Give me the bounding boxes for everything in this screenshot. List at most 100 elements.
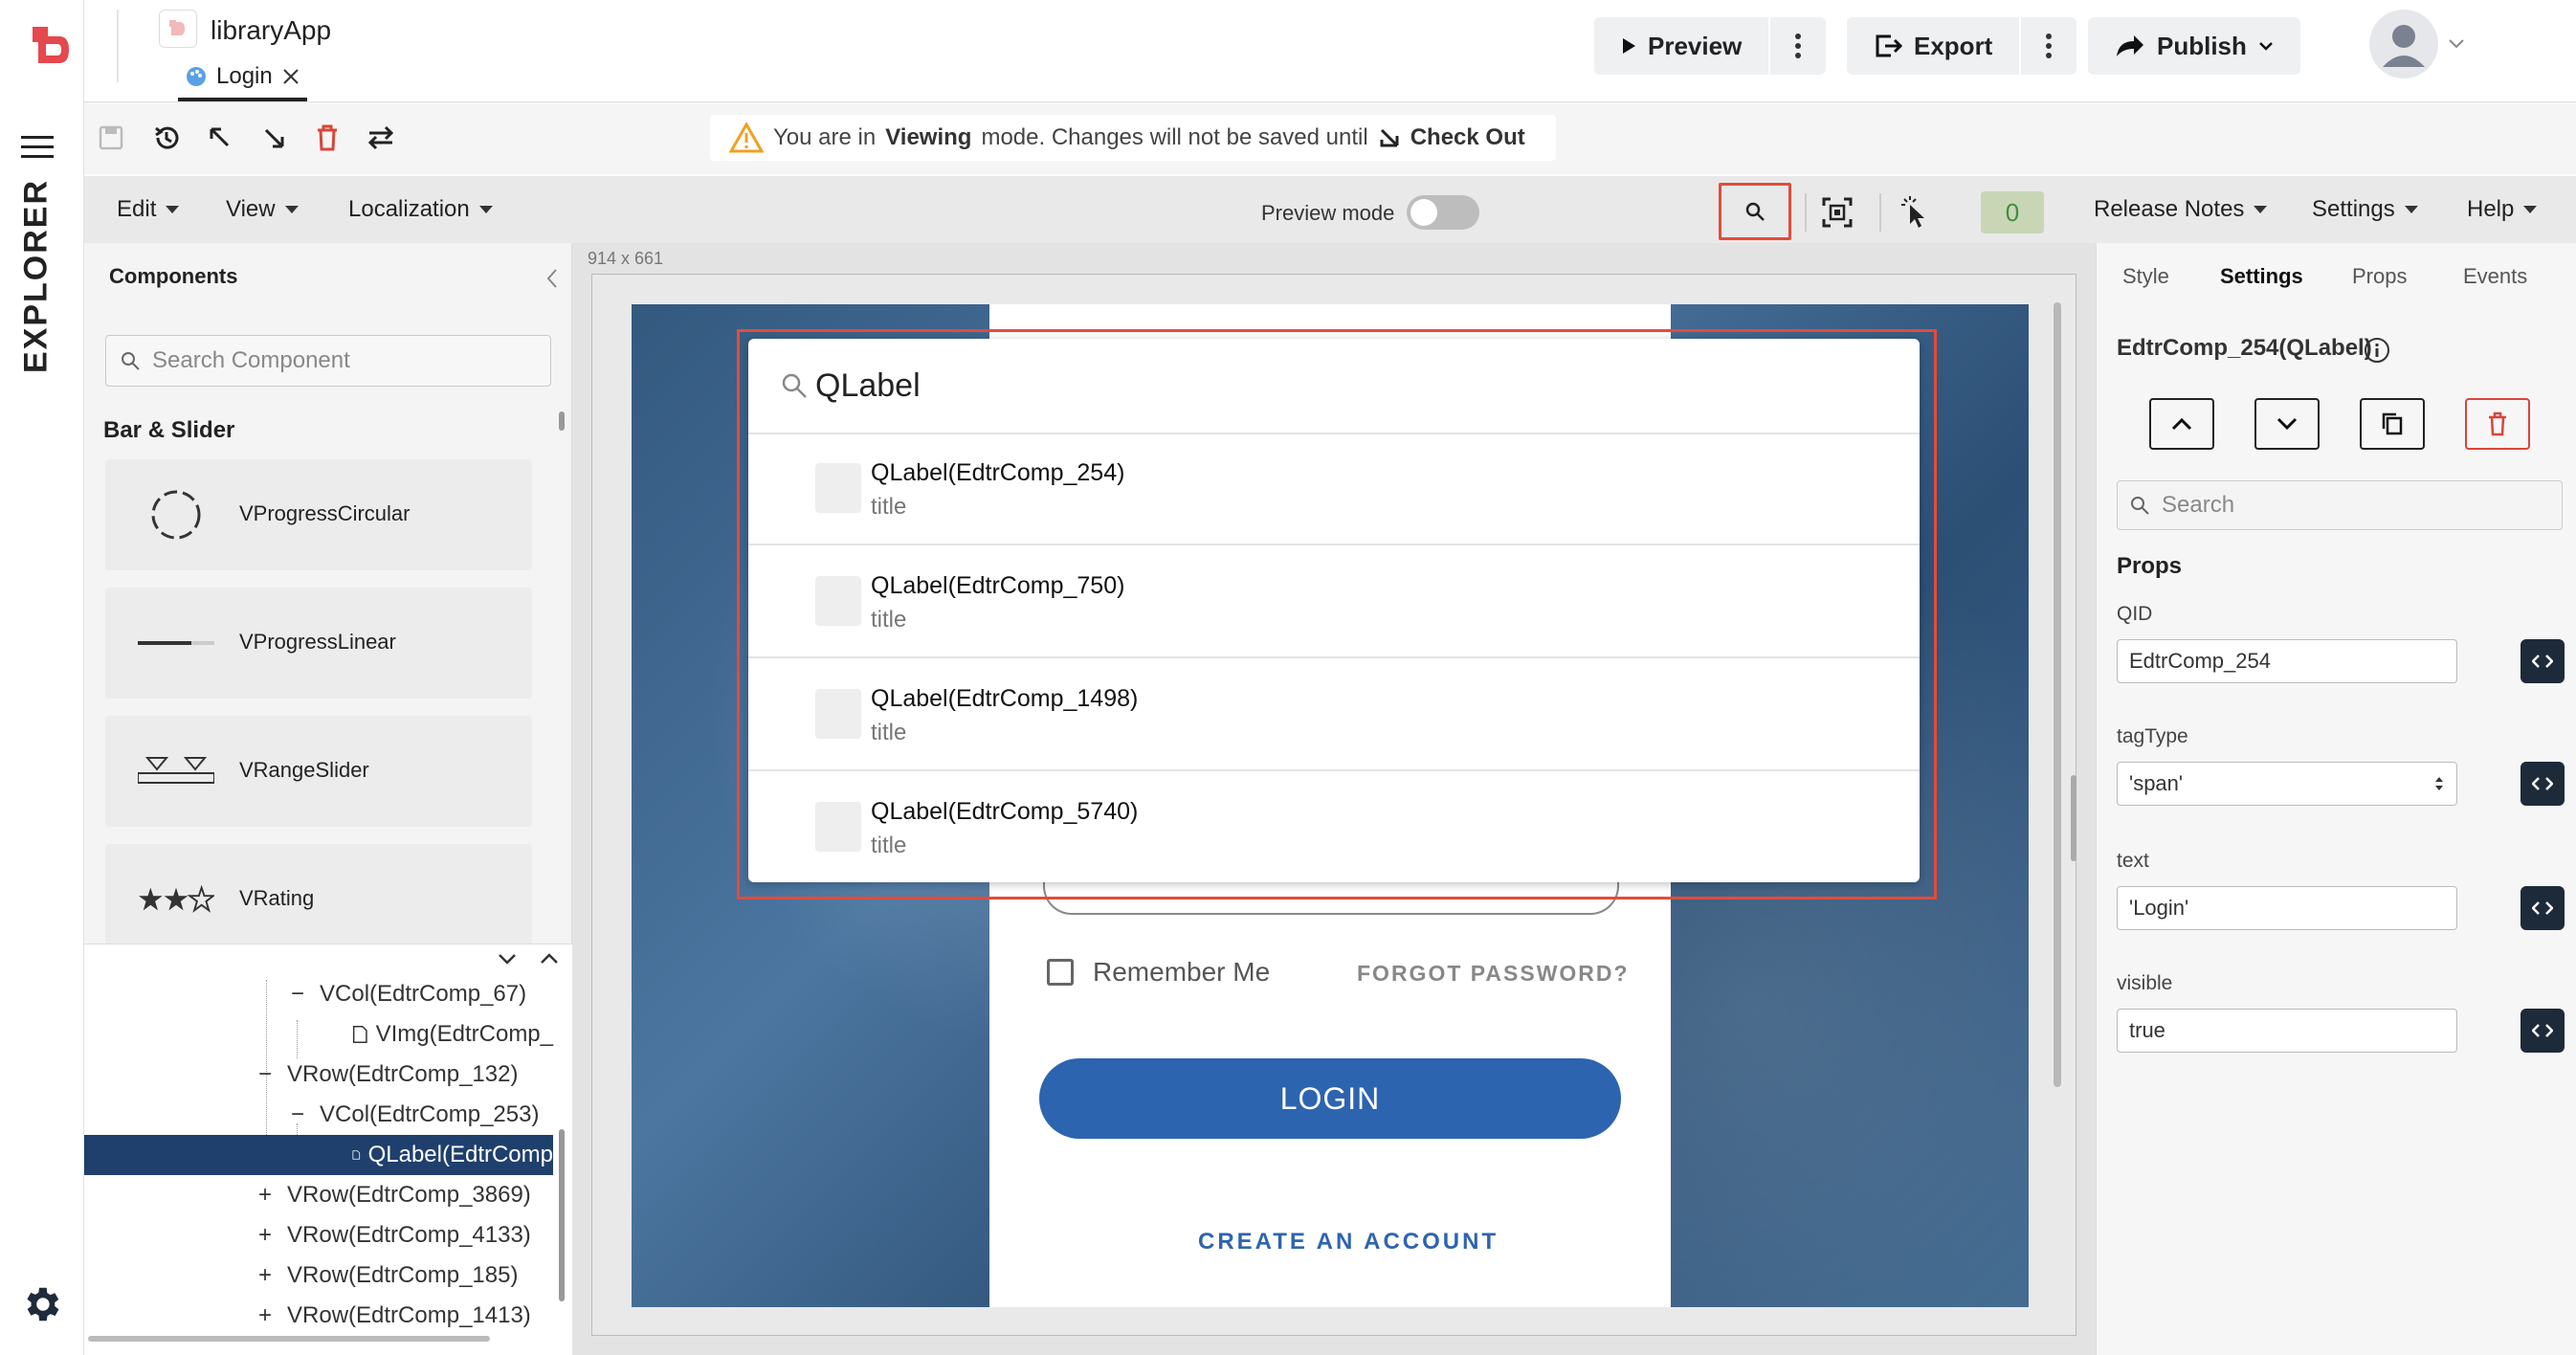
tree-scrollbar[interactable] [559, 1129, 565, 1301]
delete-component-button[interactable] [2465, 398, 2530, 450]
history-icon[interactable] [147, 119, 186, 157]
scan-select-icon[interactable] [1822, 197, 1853, 228]
props-search-input[interactable]: Search [2117, 480, 2563, 530]
tab-settings[interactable]: Settings [2220, 264, 2303, 289]
result-title: QLabel(EdtrComp_254) [871, 459, 1125, 486]
search-result-item[interactable]: QLabel(EdtrComp_5740) title [748, 773, 1920, 884]
tree-node[interactable]: − VCol(EdtrComp_253) [84, 1095, 553, 1135]
tree-node-selected[interactable]: QLabel(EdtrComp [84, 1135, 553, 1175]
preview-button[interactable]: Preview [1594, 17, 1771, 75]
menu-settings[interactable]: Settings [2312, 176, 2418, 243]
hamburger-menu-icon[interactable] [21, 134, 54, 161]
info-icon[interactable] [2364, 337, 2390, 364]
preview-more-icon[interactable] [1770, 17, 1826, 75]
export-more-icon[interactable] [2021, 17, 2076, 75]
tab-props[interactable]: Props [2352, 264, 2407, 289]
tree-node[interactable]: − VRow(EdtrComp_132) [84, 1055, 553, 1095]
caret-down-icon [284, 206, 299, 213]
components-title: Components [109, 264, 238, 288]
create-account-link[interactable]: CREATE AN ACCOUNT [1198, 1229, 1499, 1255]
tab-style[interactable]: Style [2122, 264, 2169, 289]
visible-field[interactable]: true [2117, 1009, 2457, 1053]
menu-view[interactable]: View [226, 176, 299, 243]
chevron-up-icon[interactable] [540, 953, 559, 965]
avatar[interactable] [2369, 10, 2438, 78]
remember-me-label: Remember Me [1093, 957, 1271, 987]
explorer-label[interactable]: EXPLORER [15, 178, 57, 372]
search-placeholder: Search Component [152, 347, 350, 373]
viewing-mode-notice: You are in Viewing mode. Changes will no… [710, 115, 1556, 161]
export-label: Export [1914, 31, 1993, 60]
gear-icon[interactable] [19, 1282, 63, 1326]
component-card-vrating[interactable]: VRating [105, 844, 532, 955]
brand-logo-icon[interactable] [33, 27, 75, 69]
tab-events[interactable]: Events [2463, 264, 2527, 289]
undo-arrow-icon[interactable] [201, 119, 239, 157]
component-search-field[interactable]: QLabel [748, 339, 1920, 434]
search-placeholder: Search [2162, 492, 2235, 518]
tree-node[interactable]: + VRow(EdtrComp_1413) [84, 1296, 553, 1336]
menu-help[interactable]: Help [2467, 176, 2538, 243]
component-search-overlay: QLabel QLabel(EdtrComp_254) title QLabel… [748, 339, 1920, 882]
search-icon [2131, 497, 2149, 515]
login-button[interactable]: LOGIN [1039, 1058, 1621, 1139]
save-icon[interactable] [92, 119, 130, 157]
search-tool-button[interactable] [1719, 183, 1791, 240]
delete-icon[interactable] [308, 119, 346, 157]
chevron-up-icon [2171, 417, 2192, 431]
search-result-item[interactable]: QLabel(EdtrComp_1498) title [748, 660, 1920, 771]
component-card-vrangeslider[interactable]: VRangeSlider [105, 716, 532, 827]
text-field[interactable]: 'Login' [2117, 886, 2457, 930]
search-result-item[interactable]: QLabel(EdtrComp_254) title [748, 434, 1920, 545]
search-result-item[interactable]: QLabel(EdtrComp_750) title [748, 547, 1920, 658]
component-search-input[interactable]: Search Component [105, 335, 551, 387]
component-card-vprogresslinear[interactable]: VProgressLinear [105, 588, 532, 699]
pointer-click-icon[interactable] [1899, 195, 1929, 230]
app-title: libraryApp [211, 15, 332, 45]
resize-handle[interactable] [2071, 775, 2076, 861]
trash-icon [2489, 411, 2506, 436]
code-toggle-icon[interactable] [2520, 639, 2565, 683]
result-thumbnail [815, 802, 861, 852]
tree-node[interactable]: − VCol(EdtrComp_67) [84, 974, 553, 1014]
move-down-button[interactable] [2254, 398, 2320, 450]
notice-suffix: mode. Changes will not be saved until [981, 124, 1368, 150]
component-card-vprogresscircular[interactable]: VProgressCircular [105, 459, 532, 570]
tagtype-select[interactable]: 'span' [2117, 762, 2457, 806]
code-toggle-icon[interactable] [2520, 762, 2565, 806]
issue-count-badge[interactable]: 0 [1981, 191, 2044, 233]
tree-node[interactable]: VImg(EdtrComp_ [84, 1014, 553, 1055]
progress-linear-icon [138, 616, 214, 670]
tree-node[interactable]: + VRow(EdtrComp_185) [84, 1255, 553, 1296]
move-up-button[interactable] [2149, 398, 2214, 450]
publish-button[interactable]: Publish [2088, 17, 2300, 75]
canvas-scrollbar[interactable] [2054, 302, 2061, 1087]
tree-node[interactable]: + VRow(EdtrComp_4133) [84, 1215, 553, 1255]
avatar-chevron-down-icon[interactable] [2448, 38, 2465, 50]
close-icon[interactable] [282, 68, 300, 85]
tree-horizontal-scrollbar[interactable] [88, 1336, 490, 1342]
menu-release-notes[interactable]: Release Notes [2094, 176, 2268, 243]
caret-down-icon [2254, 206, 2268, 213]
collapse-panel-chevron-icon[interactable] [545, 268, 559, 289]
chevron-down-icon[interactable] [498, 953, 517, 965]
forgot-password-link[interactable]: FORGOT PASSWORD? [1357, 961, 1630, 987]
result-subtitle: title [871, 833, 907, 858]
copy-icon [2382, 412, 2403, 435]
export-button[interactable]: Export [1847, 17, 2022, 75]
menu-localization[interactable]: Localization [348, 176, 493, 243]
remember-me-checkbox[interactable] [1047, 959, 1074, 986]
qid-field[interactable]: EdtrComp_254 [2117, 639, 2457, 683]
swap-icon[interactable] [362, 119, 400, 157]
code-toggle-icon[interactable] [2520, 886, 2565, 930]
tree-node[interactable]: + VRow(EdtrComp_3869) [84, 1175, 553, 1215]
check-out-link[interactable]: Check Out [1410, 124, 1525, 151]
duplicate-button[interactable] [2360, 398, 2425, 450]
tab-login[interactable]: Login [178, 56, 307, 101]
redo-arrow-icon[interactable] [255, 119, 293, 157]
code-toggle-icon[interactable] [2520, 1009, 2565, 1053]
preview-mode-toggle[interactable] [1407, 195, 1479, 230]
tab-label: Login [216, 63, 273, 89]
menu-edit[interactable]: Edit [117, 176, 180, 243]
panel-scrollbar[interactable] [559, 411, 565, 431]
